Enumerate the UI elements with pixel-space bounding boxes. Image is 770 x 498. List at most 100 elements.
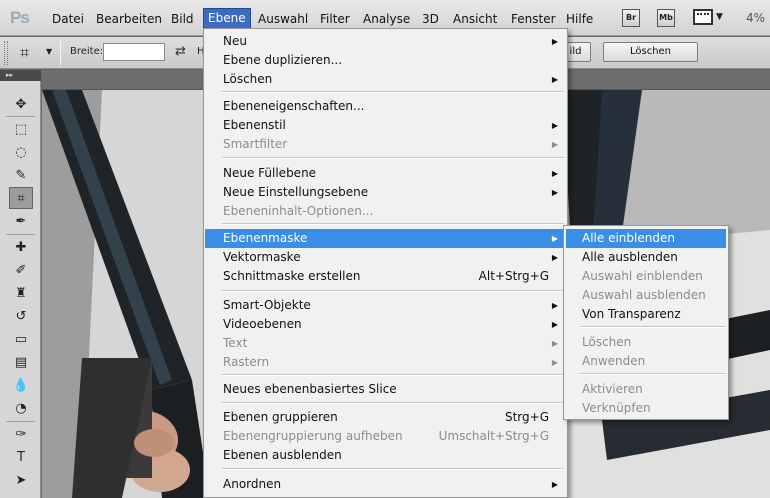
menu-item-label: Ebenen gruppieren [223, 410, 338, 424]
submenu-item-alle-ausblenden[interactable]: Alle ausblenden [566, 248, 726, 267]
menu-datei[interactable]: Datei [48, 9, 88, 29]
crop-tool-icon[interactable]: ⌗ [9, 187, 33, 209]
blur-tool-icon[interactable]: 💧 [9, 374, 33, 396]
menu-item-gruppierung-aufheben: Ebenengruppierung aufheben Umschalt+Strg+… [205, 427, 566, 446]
divider [6, 116, 35, 117]
menu-item-ebene-duplizieren[interactable]: Ebene duplizieren... [205, 51, 566, 70]
menu-item-anordnen[interactable]: Anordnen ▶ [205, 475, 566, 494]
menu-separator [222, 468, 564, 470]
bridge-button[interactable]: Br [622, 9, 640, 27]
pen-tool-icon[interactable]: ✑ [9, 423, 33, 445]
chevron-down-icon[interactable]: ▼ [716, 12, 723, 22]
menu-item-neue-einstellungsebene[interactable]: Neue Einstellungsebene ▶ [205, 183, 566, 202]
history-brush-tool-icon[interactable]: ↺ [9, 305, 33, 327]
photoshop-logo: Ps [10, 8, 30, 27]
menu-item-label: Neu [223, 34, 247, 48]
swap-icon[interactable]: ⇄ [175, 44, 186, 59]
menu-item-smart-objekte[interactable]: Smart-Objekte ▶ [205, 296, 566, 315]
menu-hilfe[interactable]: Hilfe [562, 9, 597, 29]
gradient-tool-icon[interactable]: ▤ [9, 351, 33, 373]
grip-handle[interactable] [4, 41, 8, 65]
panel-collapse-icon[interactable]: ▸▸ [0, 70, 41, 81]
menu-item-label: Rastern [223, 355, 270, 369]
menu-item-videoebenen[interactable]: Videoebenen ▶ [205, 315, 566, 334]
menu-item-label: Ebene duplizieren... [223, 53, 343, 67]
menu-item-neu[interactable]: Neu ▶ [205, 32, 566, 51]
submenu-item-verknuepfen: Verknüpfen [582, 401, 651, 415]
menu-item-label: Smartfilter [223, 137, 288, 151]
menu-item-ebenenstil[interactable]: Ebenenstil ▶ [205, 116, 566, 135]
menu-item-label: Schnittmaske erstellen [223, 269, 361, 283]
quick-selection-tool-icon[interactable]: ✎ [9, 164, 33, 186]
healing-brush-tool-icon[interactable]: ✚ [9, 236, 33, 258]
menu-item-label: Text [223, 336, 248, 350]
menu-item-smartfilter: Smartfilter ▶ [205, 135, 566, 154]
clone-stamp-tool-icon[interactable]: ♜ [9, 282, 33, 304]
submenu-item-auswahl-ausblenden: Auswahl ausblenden [582, 288, 706, 302]
menu-item-label: Ebenenstil [223, 118, 286, 132]
submenu-arrow-icon: ▶ [551, 480, 558, 489]
submenu-arrow-icon: ▶ [551, 234, 558, 243]
menu-item-label: Löschen [223, 72, 273, 86]
eyedropper-tool-icon[interactable]: ✒ [9, 210, 33, 232]
menu-item-shortcut: Alt+Strg+G [478, 269, 549, 283]
marquee-tool-icon[interactable]: ⬚ [9, 118, 33, 140]
submenu-item-alle-einblenden[interactable]: Alle einblenden [566, 229, 726, 248]
menu-item-rastern: Rastern ▶ [205, 353, 566, 372]
menu-filter[interactable]: Filter [316, 9, 354, 29]
type-tool-icon[interactable]: T [9, 446, 33, 468]
crop-tool-preset-icon[interactable]: ⌗ [20, 43, 29, 63]
menu-item-ebenenmaske[interactable]: Ebenenmaske ▶ [205, 229, 566, 248]
menu-item-vektormaske[interactable]: Vektormaske ▶ [205, 248, 566, 267]
width-input[interactable] [103, 43, 165, 61]
menu-bearbeiten[interactable]: Bearbeiten [92, 9, 166, 29]
menu-ansicht[interactable]: Ansicht [449, 9, 501, 29]
mini-bridge-button[interactable]: Mb [657, 9, 675, 27]
menu-item-ebenen-gruppieren[interactable]: Ebenen gruppieren Strg+G [205, 408, 566, 427]
menu-item-ebeneneigenschaften[interactable]: Ebeneneigenschaften... [205, 97, 566, 116]
screen-mode-icon[interactable] [693, 9, 713, 25]
menu-item-label: Neue Einstellungsebene [223, 185, 369, 199]
submenu-arrow-icon: ▶ [551, 188, 558, 197]
menu-item-label: Videoebenen [223, 317, 302, 331]
zoom-level[interactable]: 4% [746, 11, 765, 25]
chevron-down-icon[interactable]: ▼ [46, 47, 52, 56]
menu-separator [222, 223, 564, 225]
menu-separator [222, 290, 564, 292]
move-tool-icon[interactable]: ✥ [9, 93, 33, 115]
submenu-arrow-icon: ▶ [551, 140, 558, 149]
menu-item-label: Ebeneninhalt-Optionen... [223, 204, 374, 218]
submenu-arrow-icon: ▶ [551, 339, 558, 348]
menu-item-ebenen-ausblenden[interactable]: Ebenen ausblenden [205, 446, 566, 465]
menu-3d[interactable]: 3D [418, 9, 443, 29]
submenu-item-auswahl-einblenden: Auswahl einblenden [582, 269, 703, 283]
eraser-tool-icon[interactable]: ▭ [9, 328, 33, 350]
lasso-tool-icon[interactable]: ◌ [9, 141, 33, 163]
submenu-item-von-transparenz[interactable]: Von Transparenz [566, 305, 726, 324]
menu-item-shortcut: Strg+G [504, 410, 549, 424]
menu-item-schnittmaske-erstellen[interactable]: Schnittmaske erstellen Alt+Strg+G [205, 267, 566, 286]
submenu-arrow-icon: ▶ [551, 320, 558, 329]
menu-separator [580, 373, 726, 375]
menu-item-neue-fuellebene[interactable]: Neue Füllebene ▶ [205, 164, 566, 183]
path-selection-tool-icon[interactable]: ➤ [9, 469, 33, 491]
clear-button[interactable]: Löschen [603, 42, 698, 62]
menu-bild[interactable]: Bild [167, 9, 198, 29]
submenu-item-anwenden: Anwenden [582, 354, 646, 368]
menu-item-label: Vektormaske [223, 250, 301, 264]
submenu-arrow-icon: ▶ [551, 121, 558, 130]
dodge-tool-icon[interactable]: ◔ [9, 397, 33, 419]
menu-item-loeschen[interactable]: Löschen ▶ [205, 70, 566, 89]
menu-item-label: Neues ebenenbasiertes Slice [223, 382, 397, 396]
menu-item-neues-slice[interactable]: Neues ebenenbasiertes Slice [205, 380, 566, 399]
menu-item-label: Ebenengruppierung aufheben [223, 429, 403, 443]
menu-item-ebeneninhalt-optionen: Ebeneninhalt-Optionen... [205, 202, 566, 221]
brush-tool-icon[interactable]: ✐ [9, 259, 33, 281]
ebenenmaske-submenu: Alle einblenden Alle ausblenden Auswahl … [563, 225, 729, 420]
menu-analyse[interactable]: Analyse [359, 9, 414, 29]
menu-auswahl[interactable]: Auswahl [254, 9, 312, 29]
menu-ebene[interactable]: Ebene [203, 8, 251, 29]
menu-item-label: Ebenenmaske [223, 231, 308, 245]
menu-fenster[interactable]: Fenster [507, 9, 560, 29]
submenu-arrow-icon: ▶ [551, 169, 558, 178]
